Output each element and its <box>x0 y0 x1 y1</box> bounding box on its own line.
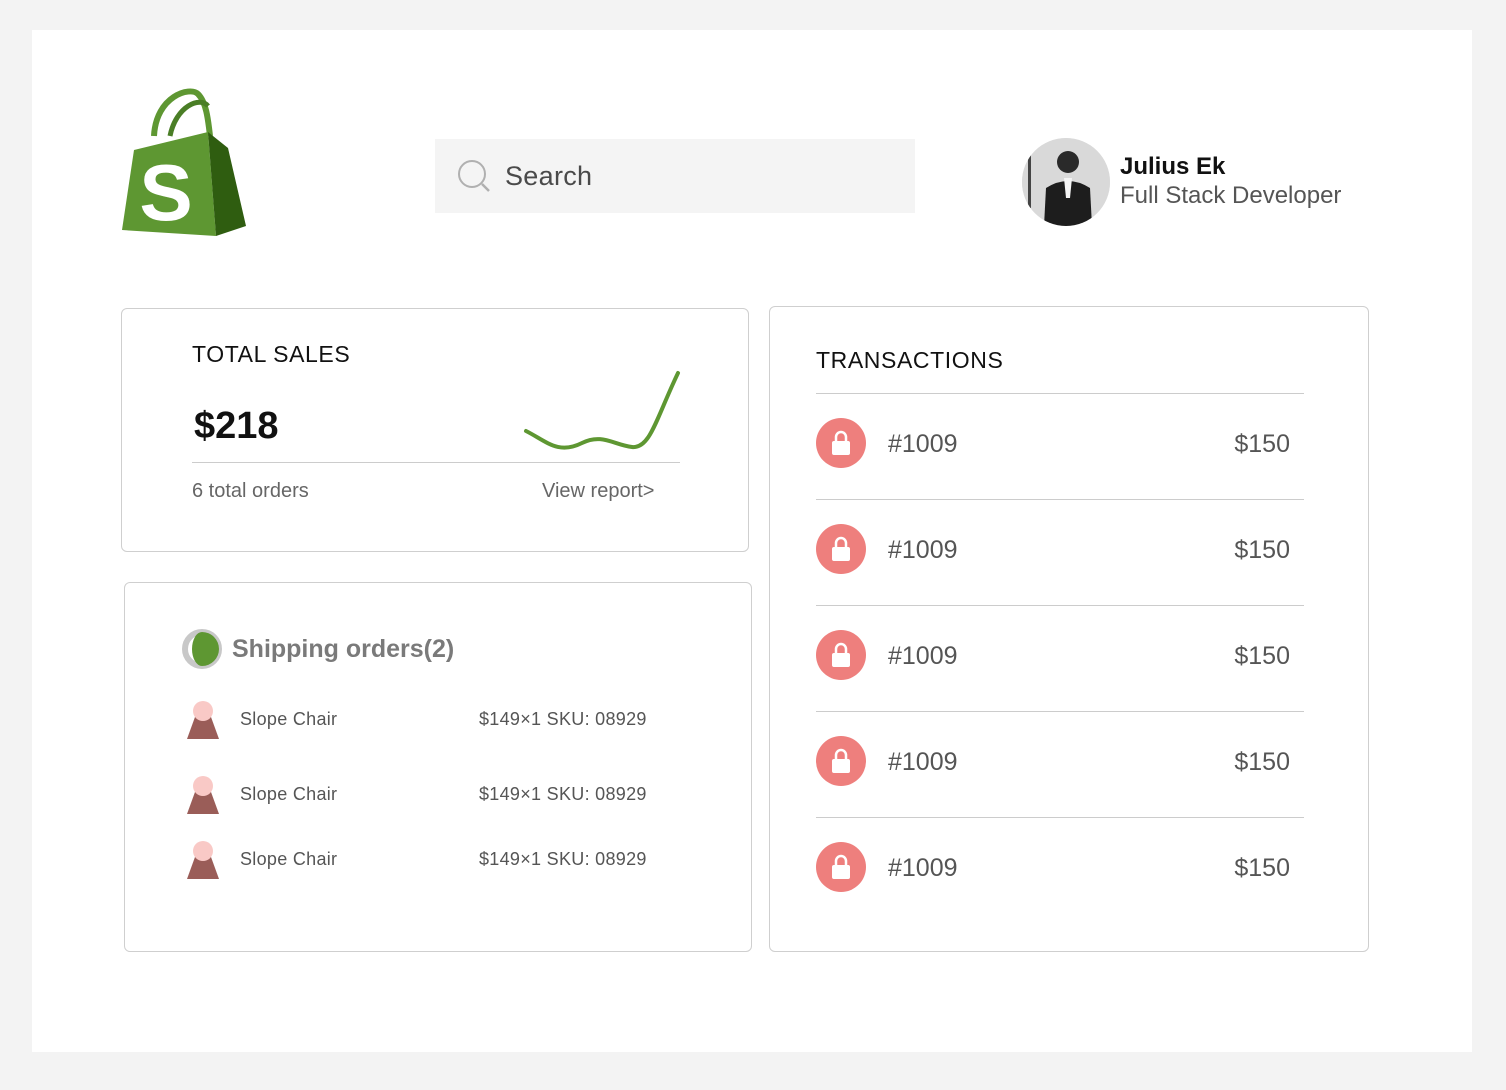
user-avatar-icon <box>1022 138 1110 226</box>
lock-icon <box>816 630 866 680</box>
avatar[interactable] <box>1022 138 1110 226</box>
product-thumbnail-icon <box>187 701 219 739</box>
transaction-row[interactable]: #1009 $150 <box>816 413 1304 473</box>
transaction-id: #1009 <box>888 430 958 458</box>
total-sales-title: TOTAL SALES <box>192 341 351 367</box>
divider <box>816 817 1304 818</box>
search-bar[interactable]: Search <box>435 139 915 213</box>
divider <box>192 462 680 463</box>
total-sales-card: TOTAL SALES $218 6 total orders View rep… <box>121 308 749 552</box>
transactions-card: TRANSACTIONS #1009 $150 #1009 $150 #1009… <box>769 306 1369 952</box>
divider <box>816 499 1304 500</box>
product-price-sku: $149×1 SKU: 08929 <box>479 849 647 869</box>
divider <box>816 393 1304 394</box>
lock-icon <box>816 736 866 786</box>
transaction-row[interactable]: #1009 $150 <box>816 519 1304 579</box>
status-ring-icon <box>182 629 222 669</box>
transaction-id: #1009 <box>888 854 958 882</box>
profile-role: Full Stack Developer <box>1120 182 1342 209</box>
shipping-orders-card: Shipping orders(2) Slope Chair $149×1 SK… <box>124 582 752 952</box>
shipping-item[interactable]: Slope Chair $149×1 SKU: 08929 <box>183 699 703 743</box>
transaction-amount: $150 <box>1234 536 1290 564</box>
shipping-header: Shipping orders(2) <box>182 629 454 669</box>
search-input[interactable]: Search <box>505 161 592 192</box>
product-name: Slope Chair <box>240 784 338 804</box>
transaction-id: #1009 <box>888 748 958 776</box>
dashboard-frame: S Search Julius Ek Full Stack Developer … <box>32 30 1472 1052</box>
search-icon <box>458 160 490 192</box>
transaction-amount: $150 <box>1234 642 1290 670</box>
total-sales-value: $218 <box>194 405 279 447</box>
divider <box>816 711 1304 712</box>
product-name: Slope Chair <box>240 849 338 869</box>
transaction-amount: $150 <box>1234 854 1290 882</box>
transactions-title: TRANSACTIONS <box>816 347 1004 373</box>
shipping-title: Shipping orders(2) <box>232 634 455 663</box>
transaction-id: #1009 <box>888 536 958 564</box>
transaction-row[interactable]: #1009 $150 <box>816 625 1304 685</box>
transaction-amount: $150 <box>1234 430 1290 458</box>
transaction-amount: $150 <box>1234 748 1290 776</box>
lock-icon <box>816 524 866 574</box>
product-price-sku: $149×1 SKU: 08929 <box>479 709 647 729</box>
sales-trend-sparkline <box>524 371 680 450</box>
lock-icon <box>816 418 866 468</box>
lock-icon <box>816 842 866 892</box>
product-thumbnail-icon <box>187 776 219 814</box>
profile-name: Julius Ek <box>1120 153 1226 180</box>
transaction-id: #1009 <box>888 642 958 670</box>
transaction-row[interactable]: #1009 $150 <box>816 837 1304 897</box>
profile-text: Julius Ek Full Stack Developer <box>1120 153 1341 211</box>
shipping-item[interactable]: Slope Chair $149×1 SKU: 08929 <box>183 774 703 818</box>
transaction-row[interactable]: #1009 $150 <box>816 731 1304 791</box>
total-orders-count: 6 total orders <box>192 480 309 502</box>
logo-letter: S <box>139 148 192 237</box>
divider <box>816 605 1304 606</box>
shopify-logo[interactable]: S <box>120 88 250 238</box>
product-price-sku: $149×1 SKU: 08929 <box>479 784 647 804</box>
product-name: Slope Chair <box>240 709 338 729</box>
user-profile[interactable]: Julius Ek Full Stack Developer <box>1022 138 1341 226</box>
shipping-item[interactable]: Slope Chair $149×1 SKU: 08929 <box>183 839 703 883</box>
product-thumbnail-icon <box>187 841 219 879</box>
view-report-link[interactable]: View report> <box>542 480 654 503</box>
